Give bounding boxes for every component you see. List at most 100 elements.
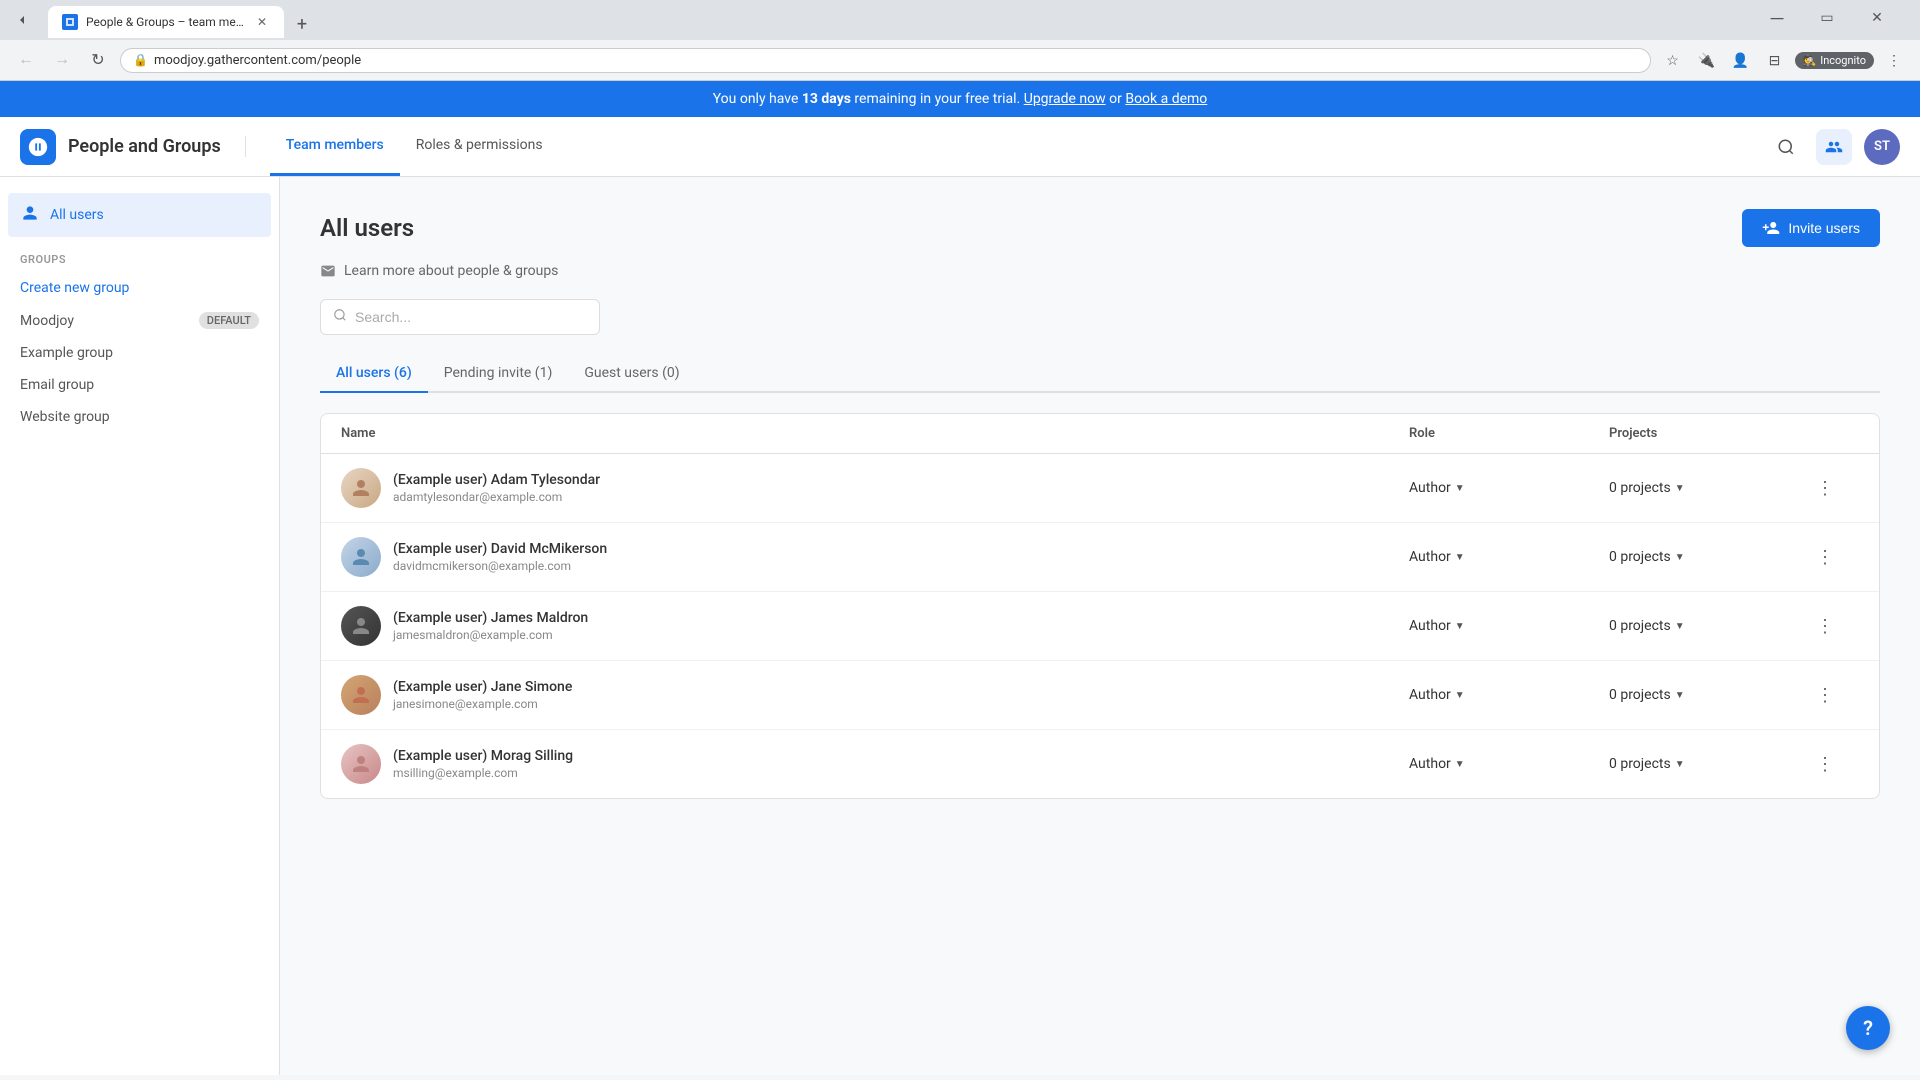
incognito-icon: 🕵 xyxy=(1803,54,1817,67)
col-actions xyxy=(1809,426,1859,441)
nav-team-members[interactable]: Team members xyxy=(270,117,400,176)
invite-users-btn[interactable]: Invite users xyxy=(1742,209,1880,247)
browser-chrome: People & Groups – team mem... ✕ + ─ ▭ ✕ … xyxy=(0,0,1920,81)
user-name-jane: (Example user) Jane Simone xyxy=(393,679,572,695)
minimize-btn[interactable]: ─ xyxy=(1754,2,1800,34)
sidebar-all-users[interactable]: All users xyxy=(8,193,271,237)
more-btn-james[interactable]: ⋮ xyxy=(1809,610,1841,642)
projects-cell-david: 0 projects ▼ xyxy=(1609,549,1809,565)
projects-cell-adam: 0 projects ▼ xyxy=(1609,480,1809,496)
group-example[interactable]: Example group xyxy=(0,337,279,369)
role-cell-adam: Author ▼ xyxy=(1409,480,1609,496)
search-btn[interactable] xyxy=(1768,129,1804,165)
role-dropdown-jane[interactable]: ▼ xyxy=(1455,690,1465,701)
role-label-morag: Author xyxy=(1409,756,1451,772)
browser-titlebar: People & Groups – team mem... ✕ + ─ ▭ ✕ xyxy=(0,0,1920,40)
menu-btn[interactable]: ⋮ xyxy=(1880,46,1908,74)
new-tab-btn[interactable]: + xyxy=(288,10,316,38)
reload-btn[interactable]: ↻ xyxy=(84,46,112,74)
projects-count-morag: 0 projects xyxy=(1609,756,1671,772)
col-projects: Projects xyxy=(1609,426,1809,441)
tab-all-users[interactable]: All users (6) xyxy=(320,355,428,393)
avatar-morag xyxy=(341,744,381,784)
lock-icon: 🔒 xyxy=(133,53,148,67)
upgrade-link[interactable]: Upgrade now xyxy=(1024,91,1106,107)
learn-more-text: Learn more about people & groups xyxy=(344,263,558,279)
group-email[interactable]: Email group xyxy=(0,369,279,401)
restore-btn[interactable]: ▭ xyxy=(1804,2,1850,34)
role-cell-jane: Author ▼ xyxy=(1409,687,1609,703)
avatar-james xyxy=(341,606,381,646)
user-name-david: (Example user) David McMikerson xyxy=(393,541,607,557)
banner-text-pre: You only have xyxy=(713,91,802,107)
role-cell-james: Author ▼ xyxy=(1409,618,1609,634)
group-example-label: Example group xyxy=(20,345,113,361)
projects-cell-morag: 0 projects ▼ xyxy=(1609,756,1809,772)
banner-text-or: or xyxy=(1109,91,1125,107)
projects-dropdown-david[interactable]: ▼ xyxy=(1675,552,1685,563)
app-header: People and Groups Team members Roles & p… xyxy=(0,117,1920,177)
create-new-group-link[interactable]: Create new group xyxy=(0,272,279,304)
projects-dropdown-jane[interactable]: ▼ xyxy=(1675,690,1685,701)
user-info-adam: (Example user) Adam Tylesondar adamtyles… xyxy=(393,472,600,504)
user-email-david: davidmcmikerson@example.com xyxy=(393,559,607,573)
active-tab[interactable]: People & Groups – team mem... ✕ xyxy=(48,6,284,38)
group-moodjoy[interactable]: Moodjoy DEFAULT xyxy=(0,304,279,337)
tab-close-btn[interactable]: ✕ xyxy=(254,14,270,30)
user-info-james: (Example user) James Maldron jamesmaldro… xyxy=(393,610,588,642)
banner-days: 13 days xyxy=(802,91,851,107)
user-name-james: (Example user) James Maldron xyxy=(393,610,588,626)
address-text: moodjoy.gathercontent.com/people xyxy=(154,53,361,68)
user-name-adam: (Example user) Adam Tylesondar xyxy=(393,472,600,488)
app-nav: Team members Roles & permissions xyxy=(270,117,559,176)
role-dropdown-adam[interactable]: ▼ xyxy=(1455,483,1465,494)
back-btn[interactable]: ← xyxy=(12,46,40,74)
projects-cell-james: 0 projects ▼ xyxy=(1609,618,1809,634)
nav-roles-permissions[interactable]: Roles & permissions xyxy=(400,117,559,176)
more-btn-david[interactable]: ⋮ xyxy=(1809,541,1841,573)
help-btn[interactable]: ? xyxy=(1846,1006,1890,1050)
more-btn-adam[interactable]: ⋮ xyxy=(1809,472,1841,504)
browser-toolbar: ← → ↻ 🔒 moodjoy.gathercontent.com/people… xyxy=(0,40,1920,81)
role-dropdown-james[interactable]: ▼ xyxy=(1455,621,1465,632)
user-email-morag: msilling@example.com xyxy=(393,766,573,780)
more-btn-jane[interactable]: ⋮ xyxy=(1809,679,1841,711)
tab-bar: People & Groups – team mem... ✕ + ─ ▭ ✕ xyxy=(40,2,1908,38)
sidebar-btn[interactable]: ⊟ xyxy=(1761,46,1789,74)
user-cell-david: (Example user) David McMikerson davidmcm… xyxy=(341,537,1409,577)
tab-pending-invite[interactable]: Pending invite (1) xyxy=(428,355,569,393)
forward-btn[interactable]: → xyxy=(48,46,76,74)
role-dropdown-david[interactable]: ▼ xyxy=(1455,552,1465,563)
content-area: All users Invite users Learn more about … xyxy=(280,177,1920,1075)
groups-btn[interactable] xyxy=(1816,129,1852,165)
window-controls xyxy=(12,10,32,30)
role-dropdown-morag[interactable]: ▼ xyxy=(1455,759,1465,770)
groups-section-label: GROUPS xyxy=(0,237,279,272)
user-avatar[interactable]: ST xyxy=(1864,129,1900,165)
table-row: (Example user) James Maldron jamesmaldro… xyxy=(321,592,1879,661)
book-demo-link[interactable]: Book a demo xyxy=(1125,91,1207,107)
group-website[interactable]: Website group xyxy=(0,401,279,433)
user-info-morag: (Example user) Morag Silling msilling@ex… xyxy=(393,748,573,780)
sidebar: All users GROUPS Create new group Moodjo… xyxy=(0,177,280,1075)
projects-dropdown-james[interactable]: ▼ xyxy=(1675,621,1685,632)
bookmark-btn[interactable]: ☆ xyxy=(1659,46,1687,74)
app-title: People and Groups xyxy=(68,136,246,157)
tabs: All users (6) Pending invite (1) Guest u… xyxy=(320,355,1880,393)
profile-btn[interactable]: 👤 xyxy=(1727,46,1755,74)
address-bar[interactable]: 🔒 moodjoy.gathercontent.com/people xyxy=(120,48,1651,73)
close-btn[interactable]: ✕ xyxy=(1854,2,1900,34)
learn-more-link[interactable]: Learn more about people & groups xyxy=(320,263,1880,279)
back-arrow[interactable] xyxy=(12,10,32,30)
user-cell-adam: (Example user) Adam Tylesondar adamtyles… xyxy=(341,468,1409,508)
trial-banner: You only have 13 days remaining in your … xyxy=(0,81,1920,117)
more-btn-morag[interactable]: ⋮ xyxy=(1809,748,1841,780)
tab-guest-users[interactable]: Guest users (0) xyxy=(568,355,695,393)
projects-dropdown-adam[interactable]: ▼ xyxy=(1675,483,1685,494)
avatar-jane xyxy=(341,675,381,715)
search-input[interactable] xyxy=(355,309,587,325)
projects-dropdown-morag[interactable]: ▼ xyxy=(1675,759,1685,770)
col-role: Role xyxy=(1409,426,1609,441)
extensions-btn[interactable]: 🔌 xyxy=(1693,46,1721,74)
user-info-david: (Example user) David McMikerson davidmcm… xyxy=(393,541,607,573)
